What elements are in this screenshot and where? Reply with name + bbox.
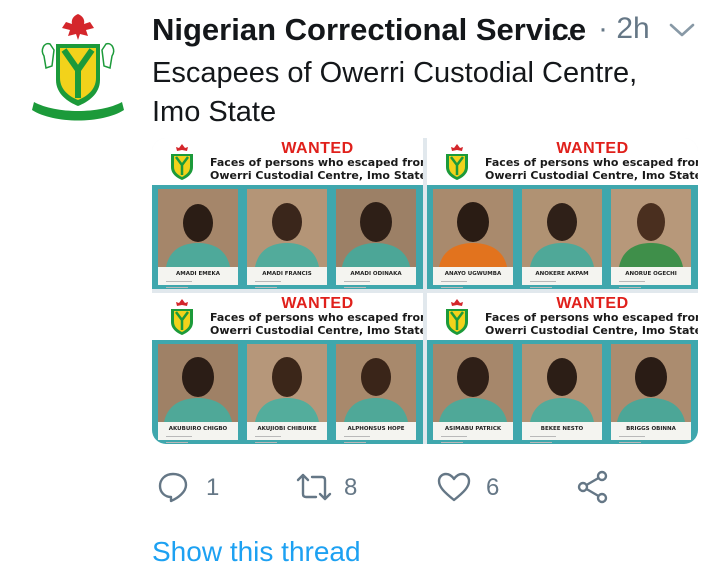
escapee-name: BRIGGS OBINNA [626,426,676,432]
poster-header: WANTED Faces of persons who escaped from… [427,138,698,185]
escapee-card: BEKEE NESTO [522,344,602,443]
escapee-name: AMADI ODINAKA [350,271,402,277]
retweet-icon [296,473,332,501]
share-button[interactable] [576,466,616,508]
escapee-photo [611,344,691,422]
action-bar: 1 8 6 [152,466,622,508]
escapee-name: AMADI FRANCIS [262,271,312,277]
poster-subtitle: Faces of persons who escaped from [210,156,423,169]
wanted-poster[interactable]: WANTED Faces of persons who escaped from… [152,293,423,444]
name-card: ANAYO UGWUMBA [433,267,513,288]
photo-band: AKUBUIRO CHIGBO AKUJIOBI CHIBUIKE ALPHON… [152,340,423,444]
poster-subtitle: Faces of persons who escaped from [485,156,698,169]
escapee-card: AMADI ODINAKA [336,189,416,288]
escapee-photo [158,189,238,267]
correctional-service-logo [32,14,124,121]
escapee-photo [433,344,513,422]
avatar[interactable] [26,10,130,130]
name-card: ASIMABU PATRICK [433,422,513,443]
name-card: AKUBUIRO CHIGBO [158,422,238,443]
name-card: ALPHONSUS HOPE [336,422,416,443]
reply-button[interactable]: 1 [156,466,226,508]
chevron-down-icon[interactable] [668,20,696,40]
escapee-name: BEKEE NESTO [540,426,584,432]
escapee-card: ANAYO UGWUMBA [433,189,513,288]
media-grid[interactable]: WANTED Faces of persons who escaped from… [152,138,698,444]
poster-subtitle: Owerri Custodial Centre, Imo State. [210,169,423,182]
escapee-name: AKUBUIRO CHIGBO [168,426,228,432]
reply-icon [158,472,188,503]
poster-header: WANTED Faces of persons who escaped from… [152,138,423,185]
name-card: AMADI EMEKA [158,267,238,288]
poster-subtitle: Owerri Custodial Centre, Imo State. [210,324,423,337]
heart-icon [437,472,471,502]
poster-subtitle: Faces of persons who escaped from [210,311,423,324]
escapee-card: AMADI FRANCIS [247,189,327,288]
escapee-photo [611,189,691,267]
name-card: BRIGGS OBINNA [611,422,691,443]
poster-header: WANTED Faces of persons who escaped from… [152,293,423,340]
escapee-name: AKUJIOBI CHIBUIKE [257,426,317,432]
name-card: AKUJIOBI CHIBUIKE [247,422,327,443]
escapee-photo [522,344,602,422]
timestamp[interactable]: · 2h [598,12,650,46]
tweet-header: Nigerian Correctional Service ... · 2h [152,10,702,50]
wanted-poster[interactable]: WANTED Faces of persons who escaped from… [427,293,698,444]
author-name[interactable]: Nigerian Correctional Service [152,12,586,48]
retweet-button[interactable]: 8 [294,466,374,508]
name-card: ANOKERE AKPAM [522,267,602,288]
escapee-card: AKUJIOBI CHIBUIKE [247,344,327,443]
show-thread-link[interactable]: Show this thread [152,536,361,568]
escapee-card: BRIGGS OBINNA [611,344,691,443]
reply-count: 1 [206,474,220,501]
share-icon [577,470,608,504]
retweet-count: 8 [344,474,358,501]
photo-band: ASIMABU PATRICK BEKEE NESTO BRIGGS OBINN… [427,340,698,444]
photo-band: AMADI EMEKA AMADI FRANCIS AMADI ODINAKA [152,185,423,289]
poster-subtitle: Owerri Custodial Centre, Imo State. [485,169,698,182]
escapee-name: ANOKERE AKPAM [535,271,589,277]
name-card: BEKEE NESTO [522,422,602,443]
escapee-name: ANAYO UGWUMBA [444,271,502,277]
photo-band: ANAYO UGWUMBA ANOKERE AKPAM ANORUE OGECH… [427,185,698,289]
like-button[interactable]: 6 [436,466,506,508]
name-card: AMADI FRANCIS [247,267,327,288]
escapee-name: AMADI EMEKA [175,271,221,277]
wanted-poster[interactable]: WANTED Faces of persons who escaped from… [152,138,423,289]
escapee-photo [247,344,327,422]
escapee-name: ASIMABU PATRICK [444,426,502,432]
author-truncation: ... [551,16,573,46]
tweet-text-line: Escapees of Owerri Custodial Centre, [152,57,638,89]
like-count: 6 [486,474,500,501]
escapee-name: ALPHONSUS HOPE [347,426,405,432]
escapee-card: AMADI EMEKA [158,189,238,288]
escapee-card: ALPHONSUS HOPE [336,344,416,443]
escapee-photo [433,189,513,267]
escapee-photo [158,344,238,422]
escapee-name: ANORUE OGECHI [625,271,677,277]
poster-subtitle: Owerri Custodial Centre, Imo State. [485,324,698,337]
wanted-poster[interactable]: WANTED Faces of persons who escaped from… [427,138,698,289]
escapee-photo [522,189,602,267]
escapee-card: ANORUE OGECHI [611,189,691,288]
escapee-card: AKUBUIRO CHIGBO [158,344,238,443]
escapee-photo [336,344,416,422]
tweet-text: Escapees of Owerri Custodial Centre, Imo… [152,54,692,132]
escapee-card: ANOKERE AKPAM [522,189,602,288]
poster-header: WANTED Faces of persons who escaped from… [427,293,698,340]
escapee-photo [247,189,327,267]
poster-subtitle: Faces of persons who escaped from [485,311,698,324]
name-card: AMADI ODINAKA [336,267,416,288]
name-card: ANORUE OGECHI [611,267,691,288]
escapee-photo [336,189,416,267]
tweet-text-line: Imo State [152,96,277,128]
escapee-card: ASIMABU PATRICK [433,344,513,443]
